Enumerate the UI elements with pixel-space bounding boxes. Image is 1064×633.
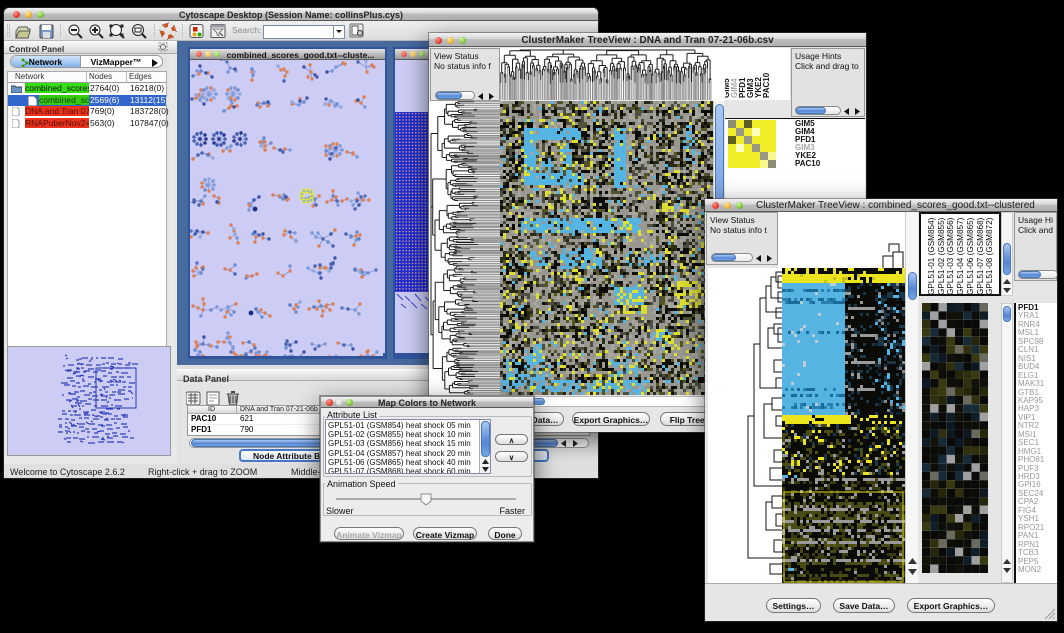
svg-text:GPL51-08 (GSM872): GPL51-08 (GSM872): [985, 217, 994, 295]
svg-text:GPL51-01 (GSM854): GPL51-01 (GSM854): [927, 217, 936, 295]
svg-text:GPL51-02 (GSM855): GPL51-02 (GSM855): [937, 217, 946, 295]
svg-text:GPL51-04 (GSM857): GPL51-04 (GSM857): [956, 217, 965, 295]
svg-text:GPL51-07 (GSM868): GPL51-07 (GSM868): [976, 217, 985, 295]
svg-text:GPL51-03 (GSM856): GPL51-03 (GSM856): [946, 217, 955, 295]
svg-text:GPL51-06 (GSM865): GPL51-06 (GSM865): [966, 217, 975, 295]
svg-text:Search:: Search:: [232, 25, 261, 35]
svg-text:PAC10: PAC10: [762, 72, 771, 98]
